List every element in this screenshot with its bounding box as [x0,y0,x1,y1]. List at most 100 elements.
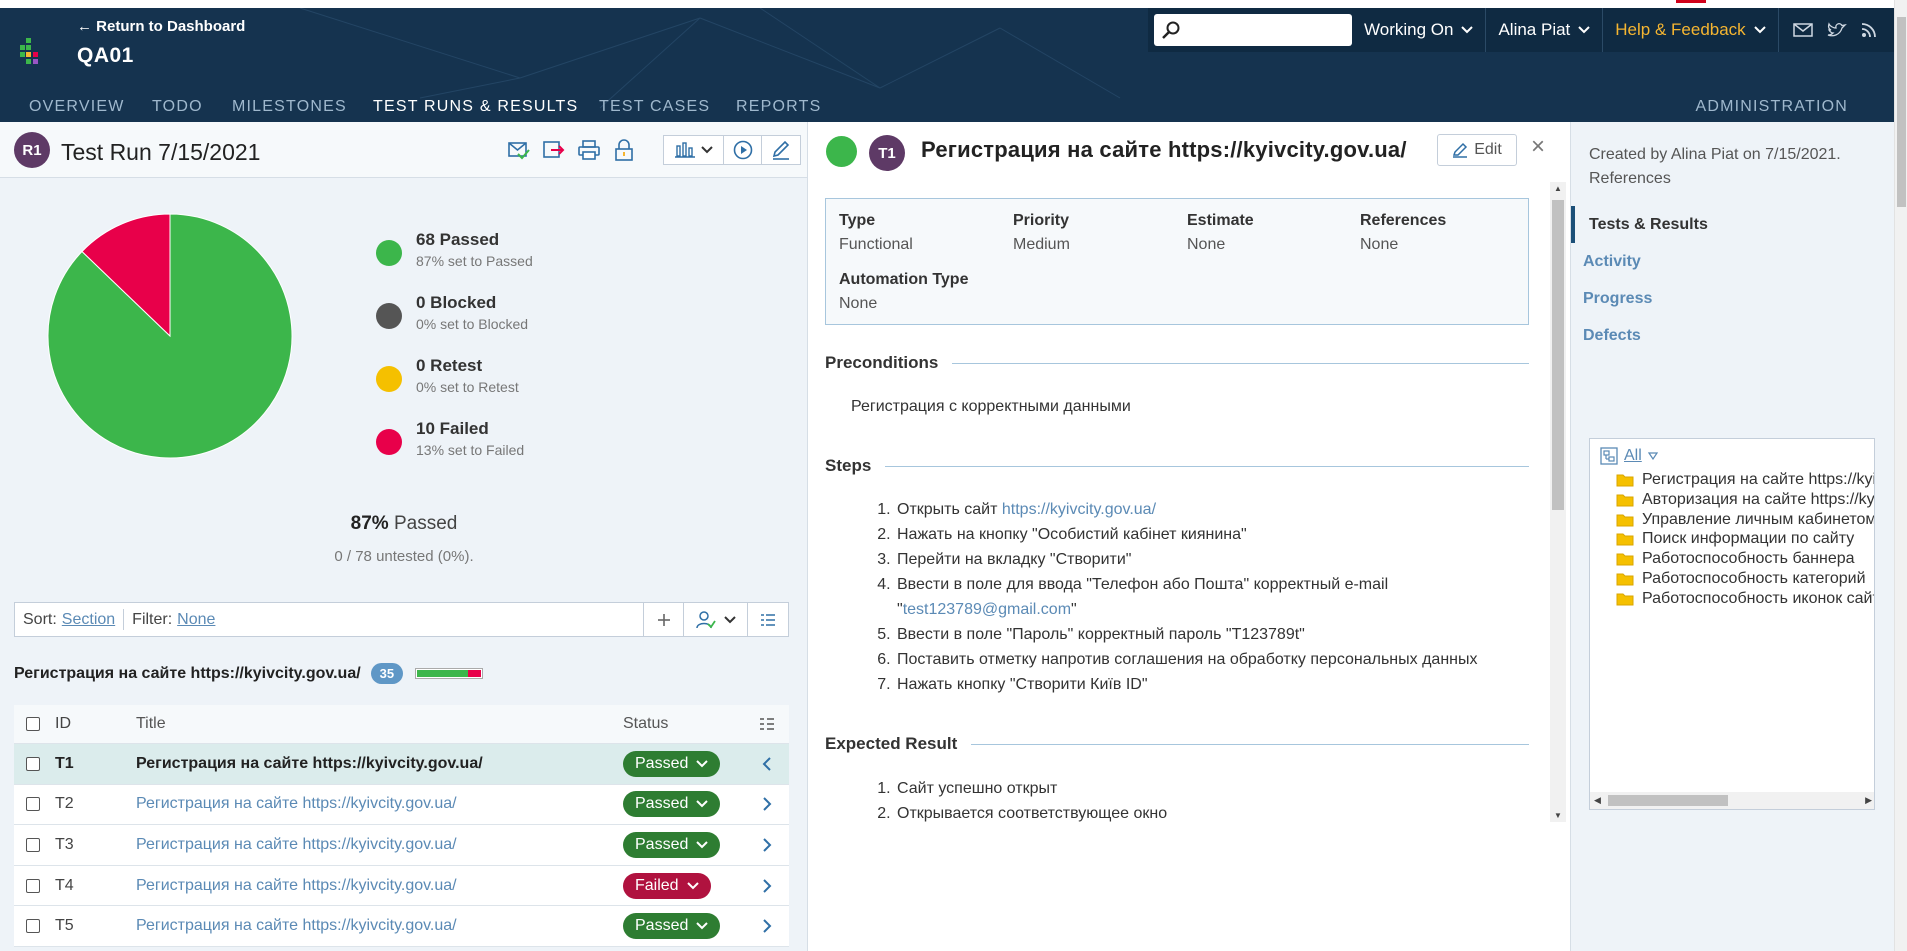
mail-icon[interactable] [1792,23,1813,37]
status-dropdown[interactable]: Passed [623,831,721,858]
row-id[interactable]: T5 [55,917,74,935]
created-info: Created by Alina Piat on 7/15/2021. Refer… [1589,143,1879,191]
row-id[interactable]: T3 [55,836,74,854]
tab-todo[interactable]: TODO [152,98,203,116]
row-title[interactable]: Регистрация на сайте https://kyivcity.go… [136,795,457,813]
detail-scrollbar[interactable]: ▲ ▼ [1550,182,1566,822]
window-scrollbar[interactable] [1894,0,1907,951]
tab-test-runs-results[interactable]: TEST RUNS & RESULTS [373,98,578,116]
sidebar-item-tests-results[interactable]: Tests & Results [1571,206,1895,243]
row-title[interactable]: Регистрация на сайте https://kyivcity.go… [136,917,457,935]
tree-item[interactable]: Работоспособность баннера [1616,550,1855,568]
steps-title: Steps [825,456,872,475]
user-menu[interactable]: Alina Piat [1486,8,1604,52]
tree-item[interactable]: Работоспособность иконок сайта [1616,590,1874,608]
working-on-menu[interactable]: Working On [1352,8,1487,52]
print-button[interactable] [575,137,602,164]
tab-test-cases[interactable]: TEST CASES [599,98,710,116]
scroll-thumb[interactable] [1608,795,1728,806]
tree-item[interactable]: Работоспособность категорий [1616,570,1866,588]
tab-milestones[interactable]: MILESTONES [232,98,347,116]
table-row[interactable]: T3 Регистрация на сайте https://kyivcity.… [14,825,789,866]
row-id[interactable]: T1 [55,755,74,773]
help-feedback-menu[interactable]: Help & Feedback [1603,8,1779,52]
assign-dropdown-button[interactable] [684,603,748,636]
close-button[interactable]: × [1531,133,1545,161]
edit-button[interactable]: Edit [1437,134,1517,166]
table-row[interactable]: T1 Регистрация на сайте https://kyivcity.… [14,744,789,785]
status-dropdown[interactable]: Passed [623,913,721,940]
row-checkbox[interactable] [26,756,40,771]
filter-none-link[interactable]: None [177,611,215,629]
scroll-up-arrow[interactable]: ▲ [1554,184,1562,193]
table-row[interactable]: T4 Регистрация на сайте https://kyivcity.… [14,865,789,907]
email-link[interactable]: test123789@gmail.com [903,601,1071,618]
row-id[interactable]: T2 [55,795,74,813]
step-link[interactable]: https://kyivcity.gov.ua/ [1002,501,1156,518]
chevron-right-icon[interactable] [762,797,772,812]
edit-run-button[interactable] [762,136,800,164]
row-title[interactable]: Регистрация на сайте https://kyivcity.go… [136,755,483,773]
export-button[interactable] [540,137,567,164]
project-name[interactable]: QA01 [77,44,134,68]
test-case-detail-panel: T1 Регистрация на сайте https://kyivcity… [809,122,1569,951]
expected-item: Сайт успешно открыт [895,776,1167,801]
run-tests-button[interactable] [724,136,762,164]
column-id[interactable]: ID [55,715,71,733]
tree-item[interactable]: Управление личным кабинетом [1616,511,1874,529]
chart-dropdown-button[interactable] [664,136,724,164]
column-status[interactable]: Status [623,715,668,733]
table-row[interactable]: T2 Регистрация на сайте https://kyivcity.… [14,784,789,826]
column-title[interactable]: Title [136,715,166,733]
select-all-checkbox[interactable] [26,717,40,731]
chevron-left-icon[interactable] [762,757,772,771]
return-to-dashboard-link[interactable]: ← Return to Dashboard [77,18,245,35]
row-title[interactable]: Регистрация на сайте https://kyivcity.go… [136,877,457,895]
columns-button[interactable] [748,603,788,636]
scroll-down-arrow[interactable]: ▼ [1554,811,1562,820]
status-dropdown[interactable]: Passed [623,750,721,777]
chevron-right-icon[interactable] [762,878,772,893]
status-dropdown[interactable]: Passed [623,791,721,818]
sort-label: Sort: [23,610,57,628]
scroll-thumb[interactable] [1552,200,1564,510]
rss-icon[interactable] [1861,22,1877,38]
close-run-button[interactable] [505,137,532,164]
chevron-right-icon[interactable] [762,919,772,933]
lock-button[interactable] [610,137,637,164]
row-checkbox[interactable] [26,797,40,812]
tree-filter[interactable]: All [1600,447,1658,465]
window-scroll-thumb[interactable] [1897,17,1906,207]
chevron-down-icon [696,922,709,930]
tab-overview[interactable]: OVERVIEW [29,98,125,116]
sidebar-item-defects[interactable]: Defects [1571,317,1895,354]
scroll-left-arrow[interactable]: ◀ [1594,795,1601,806]
section-title[interactable]: Регистрация на сайте https://kyivcity.go… [14,665,361,683]
tree-item[interactable]: Регистрация на сайте https://kyivcity.go… [1616,471,1874,489]
row-title[interactable]: Регистрация на сайте https://kyivcity.go… [136,836,457,854]
tab-reports[interactable]: REPORTS [736,98,821,116]
row-checkbox[interactable] [26,878,40,893]
search-input[interactable] [1186,20,1336,40]
sidebar-item-activity[interactable]: Activity [1571,243,1895,280]
twitter-icon[interactable] [1827,22,1847,38]
administration-link[interactable]: ADMINISTRATION [1695,98,1848,116]
row-checkbox[interactable] [26,919,40,934]
tree-item[interactable]: Поиск информации по сайту [1616,530,1854,548]
scroll-right-arrow[interactable]: ▶ [1865,795,1872,806]
columns-icon[interactable] [759,717,775,731]
tree-filter-all[interactable]: All [1624,447,1642,465]
tree-horizontal-scrollbar[interactable]: ◀ ▶ [1590,792,1874,809]
status-dropdown[interactable]: Failed [623,872,711,899]
search-box[interactable] [1154,14,1352,46]
row-id[interactable]: T4 [55,877,74,895]
tree-item[interactable]: Авторизация на сайте https://kyivcity.go… [1616,491,1874,509]
table-row[interactable]: T5 Регистрация на сайте https://kyivcity.… [14,906,789,947]
testrail-logo[interactable] [20,38,46,64]
legend-sub: 0% set to Blocked [416,316,529,332]
row-checkbox[interactable] [26,837,40,852]
sort-section-link[interactable]: Section [62,611,115,629]
sidebar-item-progress[interactable]: Progress [1571,280,1895,317]
add-button[interactable] [644,603,684,636]
chevron-right-icon[interactable] [762,838,772,852]
